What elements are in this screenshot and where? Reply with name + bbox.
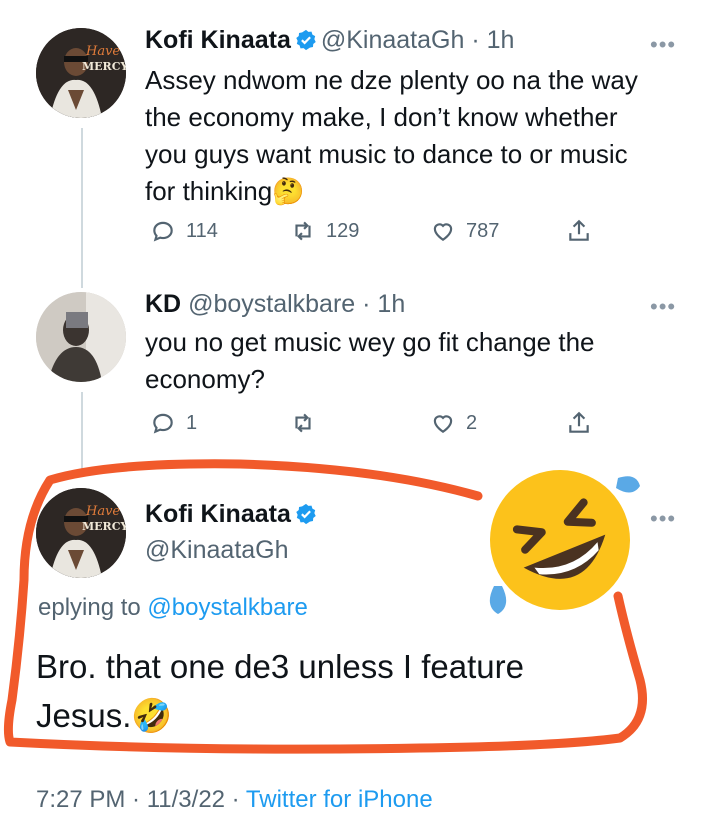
annotation-outline	[3, 459, 647, 754]
rofl-emoji-icon: 🤣	[476, 456, 644, 624]
